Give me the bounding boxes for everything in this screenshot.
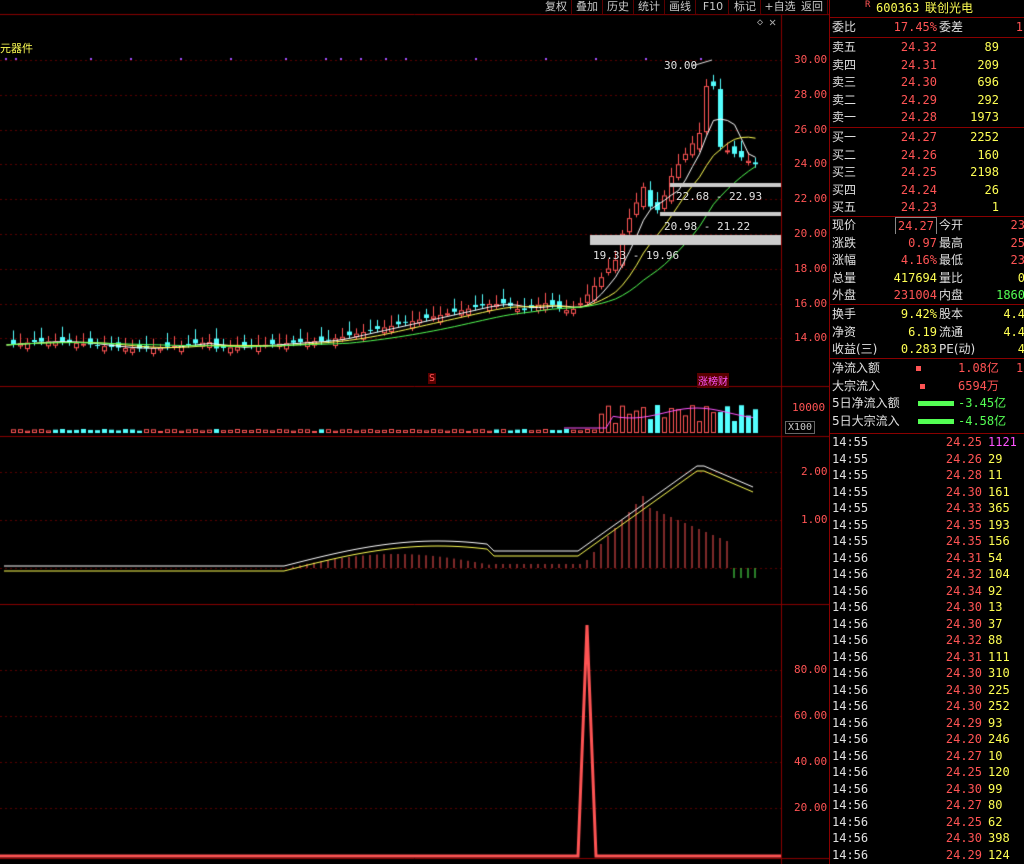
ask-level[interactable]: 卖二 24.29 292 bbox=[830, 92, 1024, 109]
tick-row[interactable]: 14:56 24.31 54 bbox=[830, 550, 1024, 567]
toolbar-button-7[interactable]: +自选 bbox=[762, 0, 799, 14]
ratio-row: 委比 17.45% 委差 1 bbox=[832, 20, 1023, 34]
price-axis-label: 14.00 bbox=[794, 331, 828, 344]
tick-row[interactable]: 14:56 24.30 310 bbox=[830, 665, 1024, 682]
quote-row: 外盘 231004 内盘 1860 bbox=[832, 288, 1024, 302]
tick-row[interactable]: 14:55 24.25 1121 bbox=[830, 434, 1024, 451]
tick-row[interactable]: 14:56 24.25 62 bbox=[830, 814, 1024, 831]
quote-panel: R 600363 联创光电 委比 17.45% 委差 1 卖五 24.32 89… bbox=[829, 0, 1024, 864]
bid-level[interactable]: 买一 24.27 2252 bbox=[830, 129, 1024, 146]
tick-row[interactable]: 14:56 24.32 88 bbox=[830, 632, 1024, 649]
zone-label-3: 19.33 - 19.96 bbox=[593, 249, 680, 262]
quote-row: 现价 24.27 今开 23 bbox=[830, 217, 1024, 234]
price-axis-label: 28.00 bbox=[794, 88, 828, 101]
ask-level[interactable]: 卖四 24.31 209 bbox=[830, 57, 1024, 74]
flow-bar bbox=[918, 401, 954, 406]
tick-row[interactable]: 14:56 24.30 225 bbox=[830, 682, 1024, 699]
tick-row[interactable]: 14:55 24.35 156 bbox=[830, 533, 1024, 550]
indicator-axis-label: 80.00 bbox=[794, 663, 828, 676]
ask-level[interactable]: 卖五 24.32 89 bbox=[830, 39, 1024, 56]
indicator-axis-label: 60.00 bbox=[794, 709, 828, 722]
tick-row[interactable]: 14:55 24.28 11 bbox=[830, 467, 1024, 484]
fundamental-row: 换手 9.42% 股本 4.4 bbox=[832, 307, 1024, 321]
fund-flow-row: 净流入额 1.08亿 1 bbox=[832, 361, 1024, 375]
indicator-axis-label: 20.00 bbox=[794, 801, 828, 814]
tick-row[interactable]: 14:56 24.34 92 bbox=[830, 583, 1024, 600]
tick-row[interactable]: 14:56 24.20 246 bbox=[830, 731, 1024, 748]
quote-row: 总量 417694 量比 0 bbox=[832, 270, 1024, 285]
price-axis-label: 24.00 bbox=[794, 157, 828, 170]
s-badge[interactable]: S bbox=[428, 373, 437, 384]
ask-level[interactable]: 卖一 24.28 1973 bbox=[830, 109, 1024, 126]
flow-bar bbox=[916, 366, 921, 371]
zone-label-2: 20.98 - 21.22 bbox=[664, 220, 751, 233]
fundamental-row: 净资 6.19 流通 4.4 bbox=[832, 324, 1024, 339]
close-icon[interactable]: ✕ bbox=[769, 15, 776, 29]
tick-row[interactable]: 14:56 24.30 99 bbox=[830, 781, 1024, 798]
price-axis-label: 22.00 bbox=[794, 192, 828, 205]
flow-bar bbox=[918, 418, 954, 424]
toolbar-button-0[interactable]: 复权 bbox=[541, 0, 572, 14]
fund-flow-row: 大宗流入 6594万 bbox=[832, 378, 999, 393]
toolbar-button-3[interactable]: 统计 bbox=[634, 0, 665, 14]
tick-row[interactable]: 14:55 24.35 193 bbox=[830, 517, 1024, 534]
stock-code: 600363 bbox=[876, 1, 920, 15]
bid-level[interactable]: 买四 24.24 26 bbox=[830, 182, 1024, 199]
stock-marker: R bbox=[865, 0, 871, 10]
toolbar-button-1[interactable]: 叠加 bbox=[572, 0, 603, 14]
toolbar-button-2[interactable]: 历史 bbox=[603, 0, 634, 14]
price-axis-label: 26.00 bbox=[794, 123, 828, 136]
zhang-badge[interactable]: 涨榜财 bbox=[697, 373, 729, 388]
chevron-down-icon[interactable]: ◇ bbox=[757, 17, 763, 28]
tick-row[interactable]: 14:56 24.25 120 bbox=[830, 764, 1024, 781]
tick-row[interactable]: 14:55 24.33 365 bbox=[830, 500, 1024, 517]
quote-row: 涨跌 0.97 最高 25 bbox=[832, 235, 1024, 250]
macd-axis-label: 2.00 bbox=[801, 465, 828, 478]
high-price-label: 30.00 bbox=[664, 59, 698, 72]
flow-bar bbox=[920, 383, 925, 389]
macd-axis-label: 1.00 bbox=[801, 513, 828, 526]
stock-name: 联创光电 bbox=[925, 1, 974, 15]
toolbar-button-8[interactable]: 返回 bbox=[797, 0, 828, 14]
tick-row[interactable]: 14:55 24.26 29 bbox=[830, 451, 1024, 468]
tick-row[interactable]: 14:56 24.30 13 bbox=[830, 599, 1024, 616]
price-axis-label: 20.00 bbox=[794, 227, 828, 240]
kline-chart-canvas[interactable] bbox=[0, 0, 829, 864]
fund-flow-row: 5日大宗流入 -4.58亿 bbox=[832, 413, 1007, 428]
price-axis-label: 30.00 bbox=[794, 53, 828, 66]
tick-row[interactable]: 14:56 24.29 124 bbox=[830, 847, 1024, 864]
toolbar-button-4[interactable]: 画线 bbox=[665, 0, 696, 14]
tick-row[interactable]: 14:56 24.27 80 bbox=[830, 797, 1024, 814]
price-axis-label: 16.00 bbox=[794, 297, 828, 310]
bid-level[interactable]: 买三 24.25 2198 bbox=[830, 164, 1024, 181]
stock-header: R 600363 联创光电 bbox=[830, 0, 1024, 17]
ask-level[interactable]: 卖三 24.30 696 bbox=[830, 74, 1024, 91]
toolbar-button-5[interactable]: F10 bbox=[698, 0, 729, 14]
tick-row[interactable]: 14:56 24.29 93 bbox=[830, 715, 1024, 732]
zone-label-1: 22.68 - 22.93 bbox=[676, 190, 763, 203]
volume-axis-label: 10000 bbox=[792, 401, 826, 414]
fundamental-row: 收益(三) 0.283 PE(动) 4 bbox=[832, 342, 1024, 356]
tick-row[interactable]: 14:56 24.31 111 bbox=[830, 649, 1024, 666]
price-axis-label: 18.00 bbox=[794, 262, 828, 275]
tick-row[interactable]: 14:56 24.32 104 bbox=[830, 566, 1024, 583]
toolbar-button-6[interactable]: 标记 bbox=[730, 0, 761, 14]
tick-row[interactable]: 14:55 24.30 161 bbox=[830, 484, 1024, 501]
indicator-axis-label: 40.00 bbox=[794, 755, 828, 768]
fund-flow-row: 5日净流入额 -3.45亿 bbox=[832, 396, 1007, 410]
bid-level[interactable]: 买五 24.23 1 bbox=[830, 199, 1024, 216]
quote-row: 涨幅 4.16% 最低 23 bbox=[832, 253, 1024, 267]
tick-row[interactable]: 14:56 24.30 37 bbox=[830, 616, 1024, 633]
volume-unit-label: X100 bbox=[785, 421, 816, 434]
tick-row[interactable]: 14:56 24.30 252 bbox=[830, 698, 1024, 715]
bid-level[interactable]: 买二 24.26 160 bbox=[830, 147, 1024, 164]
sector-label: 元器件 bbox=[0, 42, 33, 55]
tick-row[interactable]: 14:56 24.30 398 bbox=[830, 830, 1024, 847]
tick-row[interactable]: 14:56 24.27 10 bbox=[830, 748, 1024, 765]
